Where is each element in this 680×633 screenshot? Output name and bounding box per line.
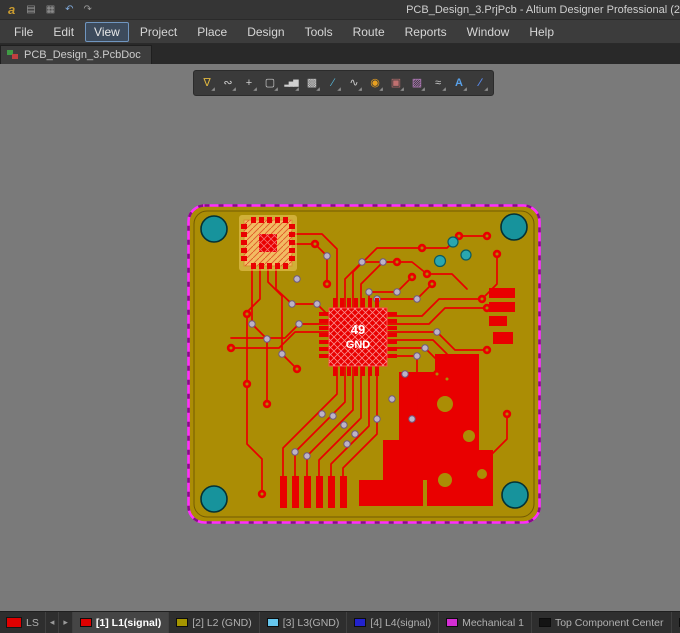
via-icon: ◉	[370, 76, 380, 89]
current-layer-swatch	[6, 617, 22, 628]
layer-swatch	[266, 618, 279, 627]
layer-swatch	[538, 618, 551, 627]
save-icon[interactable]: ▦	[41, 4, 60, 15]
polygon-pour-button[interactable]: ▩	[302, 73, 322, 93]
layer-label: [1] L1(signal)	[95, 616, 162, 629]
right-arrow-icon: ▸	[63, 617, 68, 627]
layer-tab-top-component-center[interactable]: Top Component Center	[532, 612, 672, 633]
mounting-hole	[200, 215, 228, 243]
center-chip[interactable]: 49 GND	[319, 298, 397, 376]
layer-label: [4] L4(signal)	[370, 616, 432, 629]
text-button[interactable]: A	[449, 73, 469, 93]
left-arrow-icon: ◂	[49, 617, 55, 627]
layer-set-indicator[interactable]: LS	[0, 612, 46, 633]
area-select-button[interactable]: ▢	[260, 73, 280, 93]
menu-window[interactable]: Window	[458, 22, 519, 42]
layer-tab-l4[interactable]: [4] L4(signal)	[347, 612, 440, 633]
waveform-icon: ≈	[434, 76, 442, 89]
histogram-button[interactable]: ▂▅▇	[281, 73, 301, 93]
filter-button[interactable]: ∇	[197, 73, 217, 93]
document-tab-bar: PCB_Design_3.PcbDoc	[0, 44, 680, 64]
pour-icon: ▩	[306, 76, 318, 89]
move-button[interactable]: +	[239, 73, 259, 93]
snap-icon: ∾	[223, 76, 233, 89]
menu-project[interactable]: Project	[131, 22, 186, 42]
pcb-board-view[interactable]: 49 GND	[187, 204, 541, 524]
menu-route[interactable]: Route	[344, 22, 394, 42]
layer-tab-l1[interactable]: [1] L1(signal)	[72, 612, 170, 633]
selection-icon: ▢	[264, 76, 276, 89]
undo-icon[interactable]: ↶	[60, 4, 78, 15]
menu-file[interactable]: File	[5, 22, 42, 42]
mounting-hole	[200, 485, 228, 513]
tab-pcbdoc[interactable]: PCB_Design_3.PcbDoc	[0, 45, 152, 64]
arc-icon: ∿	[349, 76, 359, 89]
text-icon: A	[455, 76, 463, 89]
layer-tab-l3[interactable]: [3] L3(GND)	[260, 612, 348, 633]
menu-edit[interactable]: Edit	[44, 22, 83, 42]
pcb-editor-canvas[interactable]: ∇ ∾ + ▢ ▂▅▇ ▩ ∕ ∿ ◉ ▣ ▨ ≈ A ∕ 49 GND	[0, 64, 680, 611]
mounting-hole	[500, 213, 528, 241]
panels-icon[interactable]: ▤	[21, 4, 40, 15]
title-bar: a ▤ ▦ ↶ ↷ PCB_Design_3.PrjPcb - Altium D…	[0, 0, 680, 20]
mask-button[interactable]: ▨	[407, 73, 427, 93]
layer-swatch	[176, 618, 189, 627]
line-button[interactable]: ∕	[470, 73, 490, 93]
scroll-layers-right-button[interactable]: ▸	[59, 612, 73, 633]
layer-tab-l2[interactable]: [2] L2 (GND)	[169, 612, 260, 633]
menu-view[interactable]: View	[85, 21, 129, 42]
pencil-icon: ∕	[332, 76, 334, 89]
menu-help[interactable]: Help	[520, 22, 563, 42]
layer-label: Mechanical 1	[462, 616, 524, 629]
line-icon: ∕	[479, 76, 481, 89]
signal-button[interactable]: ≈	[428, 73, 448, 93]
histogram-icon: ▂▅▇	[284, 79, 298, 87]
layer-swatch	[354, 618, 367, 627]
window-title: PCB_Design_3.PrjPcb - Altium Designer Pr…	[406, 4, 680, 16]
chip-label-line2: GND	[346, 339, 371, 351]
tab-label: PCB_Design_3.PcbDoc	[24, 49, 141, 61]
filter-icon: ∇	[203, 76, 211, 89]
menu-tools[interactable]: Tools	[296, 22, 342, 42]
snapshot-button[interactable]: ▣	[386, 73, 406, 93]
pcbdoc-icon	[7, 50, 19, 60]
menu-bar: File Edit View Project Place Design Tool…	[0, 20, 680, 44]
scroll-layers-left-button[interactable]: ◂	[46, 612, 60, 633]
menu-design[interactable]: Design	[238, 22, 293, 42]
highlighted-component[interactable]	[239, 215, 297, 271]
via-button[interactable]: ◉	[365, 73, 385, 93]
altium-logo: a	[8, 2, 16, 17]
layer-set-label: LS	[26, 616, 39, 629]
menu-place[interactable]: Place	[188, 22, 236, 42]
snap-button[interactable]: ∾	[218, 73, 238, 93]
layer-label: [2] L2 (GND)	[192, 616, 252, 629]
draw-button[interactable]: ∕	[323, 73, 343, 93]
layer-tab-mechanical1[interactable]: Mechanical 1	[439, 612, 532, 633]
chip-label-line1: 49	[351, 322, 365, 337]
mounting-hole	[501, 481, 529, 509]
menu-reports[interactable]: Reports	[396, 22, 456, 42]
layer-label: Top Component Center	[554, 616, 664, 629]
layer-swatch	[446, 618, 459, 627]
camera-icon: ▣	[390, 76, 402, 89]
layer-tab-bottom-assembly[interactable]: Bottom Assembly	[672, 612, 680, 633]
crosshair-icon: +	[245, 76, 253, 89]
layer-status-bar: LS ◂ ▸ [1] L1(signal) [2] L2 (GND) [3] L…	[0, 611, 680, 633]
mask-icon: ▨	[411, 76, 423, 89]
layer-label: [3] L3(GND)	[282, 616, 340, 629]
active-bar-toolbar: ∇ ∾ + ▢ ▂▅▇ ▩ ∕ ∿ ◉ ▣ ▨ ≈ A ∕	[193, 70, 494, 96]
arc-button[interactable]: ∿	[344, 73, 364, 93]
layer-swatch	[79, 618, 92, 627]
redo-icon[interactable]: ↷	[79, 4, 97, 15]
